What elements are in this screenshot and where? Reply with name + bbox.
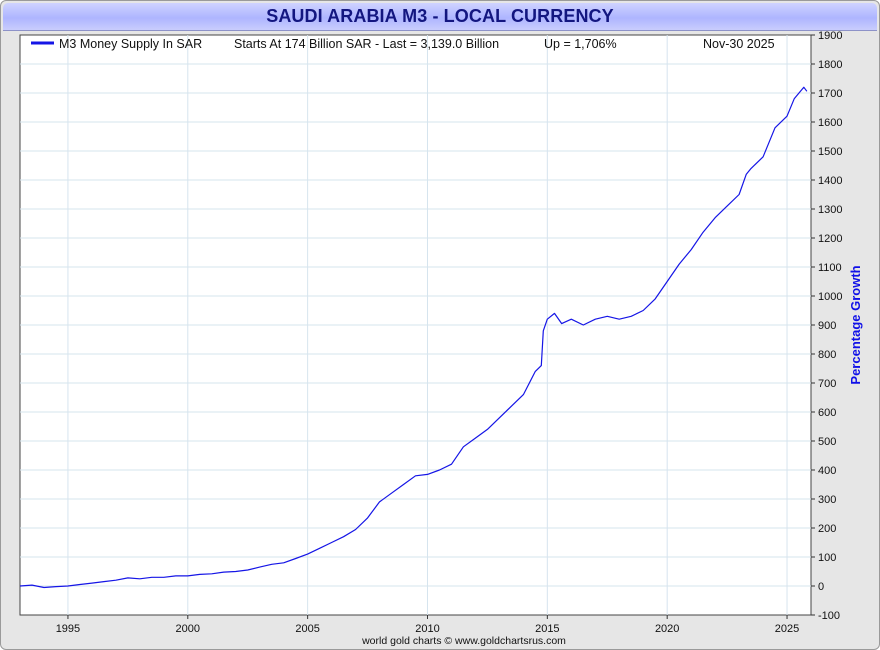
y-tick-label: 1200 — [818, 233, 842, 245]
x-tick-label: 2005 — [295, 623, 319, 635]
y-axis: -100 0 100 200 300 400 500 600 700 800 900 1000 1100… — [811, 30, 842, 622]
y-axis-label: Percentage Growth — [848, 265, 863, 384]
y-tick-label: 400 — [818, 465, 836, 477]
y-tick-label: 1100 — [818, 262, 842, 274]
y-tick-label: 900 — [818, 320, 836, 332]
y-tick-label: 600 — [818, 407, 836, 419]
y-tick-label: 800 — [818, 349, 836, 361]
legend-series-label: M3 Money Supply In SAR — [59, 37, 202, 51]
y-tick-label: 1600 — [818, 117, 842, 129]
credit-text: world gold charts © www.goldchartsrus.co… — [361, 635, 566, 647]
y-tick-label: 0 — [818, 581, 824, 593]
y-tick-label: 1700 — [818, 88, 842, 100]
x-tick-label: 2015 — [535, 623, 559, 635]
y-tick-label: 500 — [818, 436, 836, 448]
legend-stats: Starts At 174 Billion SAR - Last = 3,139… — [234, 37, 499, 51]
y-tick-label: 200 — [818, 523, 836, 535]
x-tick-label: 2010 — [415, 623, 439, 635]
legend-date: Nov-30 2025 — [703, 37, 775, 51]
x-tick-label: 2000 — [176, 623, 200, 635]
x-tick-label: 1995 — [56, 623, 80, 635]
x-tick-label: 2025 — [775, 623, 799, 635]
y-tick-label: 100 — [818, 552, 836, 564]
y-tick-label: 700 — [818, 378, 836, 390]
y-tick-label: 1400 — [818, 175, 842, 187]
grid-lines — [20, 35, 811, 615]
y-tick-label: 1800 — [818, 59, 842, 71]
y-tick-label: 1000 — [818, 291, 842, 303]
y-tick-label: 300 — [818, 494, 836, 506]
x-tick-label: 2020 — [655, 623, 679, 635]
legend-up: Up = 1,706% — [544, 37, 617, 51]
y-tick-label: 1900 — [818, 30, 842, 42]
x-axis: 1995 2000 2005 2010 2015 2020 2025 — [56, 615, 799, 635]
y-tick-label: -100 — [818, 610, 840, 622]
y-tick-label: 1500 — [818, 146, 842, 158]
y-tick-label: 1300 — [818, 204, 842, 216]
line-chart: M3 Money Supply In SAR Starts At 174 Bil… — [19, 30, 863, 647]
